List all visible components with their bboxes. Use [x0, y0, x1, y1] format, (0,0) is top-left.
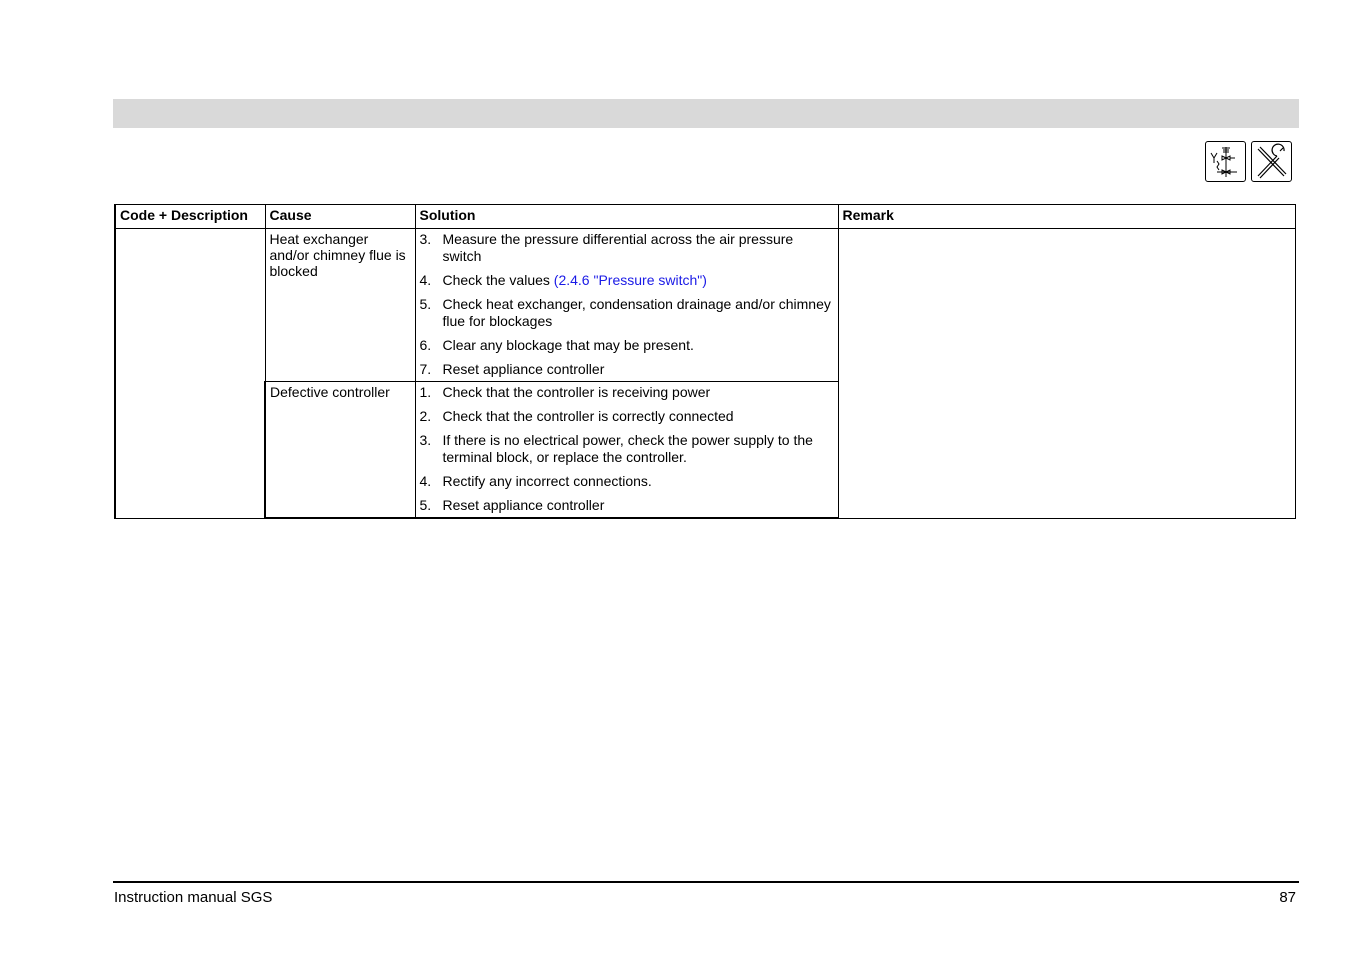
- solution-steps: 1. Check that the controller is receivin…: [420, 384, 834, 514]
- list-item: 5. Check heat exchanger, condensation dr…: [419, 296, 831, 329]
- solution-cell: 3. Measure the pressure differential acr…: [414, 228, 839, 382]
- pressure-switch-link[interactable]: (2.4.6 "Pressure switch"): [554, 272, 707, 288]
- header-cause: Cause: [264, 204, 416, 229]
- footer-divider: [113, 881, 1299, 883]
- table-header-row: Code + Description Cause Solution Remark: [114, 204, 1296, 229]
- remark-cell: [837, 228, 1296, 519]
- header-code-description: Code + Description: [114, 204, 266, 229]
- header-solution: Solution: [414, 204, 839, 229]
- list-item: 3. Measure the pressure differential acr…: [419, 231, 794, 264]
- table-row: Heat exchanger and/or chimney flue is bl…: [114, 228, 1296, 519]
- cause-cell: Defective controller: [264, 381, 416, 519]
- code-description-cell: [114, 228, 266, 519]
- footer-document-title: Instruction manual SGS: [114, 889, 273, 906]
- list-item: 4. Rectify any incorrect connections.: [419, 473, 652, 489]
- solution-steps: 3. Measure the pressure differential acr…: [420, 231, 834, 378]
- chapter-header-band: [113, 99, 1299, 128]
- page-number: 87: [1279, 889, 1296, 906]
- hydraulic-diagram-icon: [1205, 141, 1246, 182]
- list-item: 1. Check that the controller is receivin…: [419, 384, 711, 400]
- cause-cell: Heat exchanger and/or chimney flue is bl…: [264, 228, 416, 382]
- troubleshooting-table: Code + Description Cause Solution Remark…: [114, 204, 1296, 519]
- tools-icon: [1251, 141, 1292, 182]
- list-item: 4. Check the values (2.4.6 "Pressure swi…: [419, 272, 707, 288]
- list-item: 3. If there is no electrical power, chec…: [419, 432, 813, 465]
- list-item: 7. Reset appliance controller: [419, 361, 605, 377]
- solution-cell: 1. Check that the controller is receivin…: [414, 381, 839, 519]
- audience-icons: [1205, 141, 1292, 182]
- list-item: 2. Check that the controller is correctl…: [419, 408, 734, 424]
- header-remark: Remark: [837, 204, 1296, 229]
- list-item: 6. Clear any blockage that may be presen…: [419, 337, 694, 353]
- list-item: 5. Reset appliance controller: [419, 497, 605, 513]
